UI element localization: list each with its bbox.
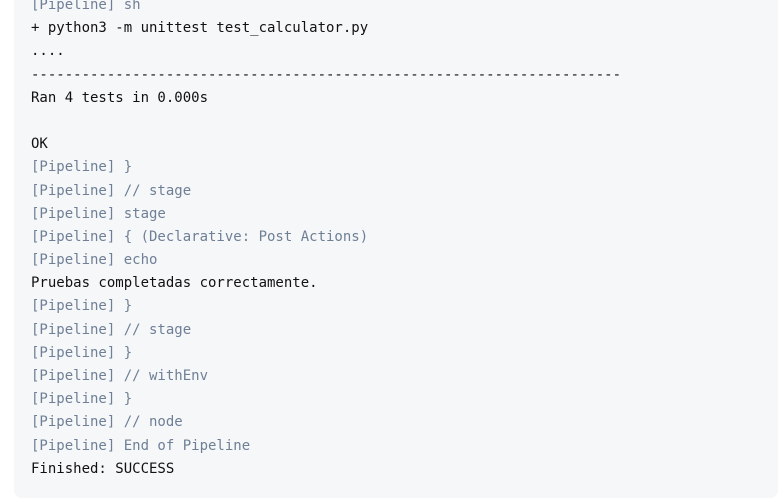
console-line: [Pipeline] } (31, 298, 133, 315)
console-line: [Pipeline] // stage (31, 182, 192, 199)
console-separator-line: ----------------------------------------… (31, 66, 622, 83)
console-line: OK (31, 136, 48, 153)
console-line: [Pipeline] sh (31, 0, 141, 13)
console-line: [Pipeline] stage (31, 205, 166, 222)
console-output-panel: [Pipeline] sh + python3 -m unittest test_… (14, 0, 778, 498)
console-line: + python3 -m unittest test_calculator.py (31, 20, 369, 37)
console-line: [Pipeline] } (31, 159, 133, 176)
console-status-line: Finished: SUCCESS (31, 460, 175, 477)
console-line: [Pipeline] echo (31, 252, 158, 269)
console-line: Ran 4 tests in 0.000s (31, 89, 209, 106)
console-line: [Pipeline] // withEnv (31, 368, 209, 384)
console-line: [Pipeline] { (Declarative: Post Actions) (31, 228, 369, 245)
console-line: [Pipeline] // stage (31, 321, 192, 338)
console-line: [Pipeline] } (31, 391, 133, 408)
console-line: Pruebas completadas correctamente. (31, 275, 318, 292)
console-line: [Pipeline] } (31, 344, 133, 361)
console-log: [Pipeline] sh + python3 -m unittest test_… (31, 0, 621, 481)
console-line: [Pipeline] // node (31, 414, 183, 431)
console-line: .... (31, 43, 65, 60)
console-line: [Pipeline] End of Pipeline (31, 437, 251, 454)
